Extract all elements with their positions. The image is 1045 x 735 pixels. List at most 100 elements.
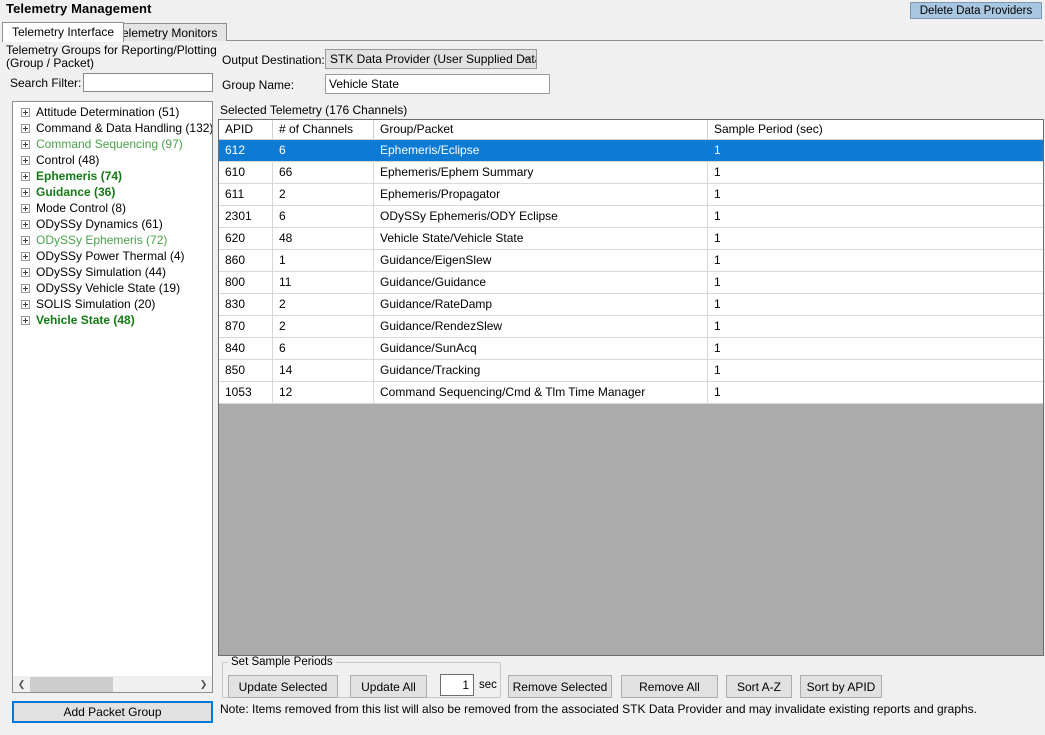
table-row[interactable]: 85014Guidance/Tracking1 (219, 360, 1043, 382)
cell-apid: 850 (219, 360, 273, 381)
tab-telemetry-monitors[interactable]: Telemetry Monitors (106, 23, 227, 41)
output-destination-value: STK Data Provider (User Supplied Data (330, 52, 537, 66)
expand-plus-icon[interactable] (21, 236, 30, 245)
table-row[interactable]: 8302Guidance/RateDamp1 (219, 294, 1043, 316)
tree-item-label: Mode Control (8) (36, 200, 126, 216)
sample-period-input[interactable] (440, 674, 474, 696)
add-packet-group-button[interactable]: Add Packet Group (12, 701, 213, 723)
cell-num-channels: 6 (273, 140, 374, 161)
cell-group-packet: Ephemeris/Propagator (374, 184, 708, 205)
column-header-apid[interactable]: APID (219, 120, 273, 139)
column-header-num-channels[interactable]: # of Channels (273, 120, 374, 139)
expand-plus-icon[interactable] (21, 252, 30, 261)
scrollbar-thumb[interactable] (30, 677, 113, 692)
column-header-sample-period[interactable]: Sample Period (sec) (708, 120, 1043, 139)
cell-num-channels: 14 (273, 360, 374, 381)
tree-item[interactable]: Command Sequencing (97) (13, 136, 212, 152)
tree-item[interactable]: ODySSy Dynamics (61) (13, 216, 212, 232)
tree-item-label: Ephemeris (74) (36, 168, 122, 184)
cell-sample-period: 1 (708, 250, 1043, 271)
tree-item[interactable]: Guidance (36) (13, 184, 212, 200)
cell-sample-period: 1 (708, 228, 1043, 249)
cell-group-packet: ODySSy Ephemeris/ODY Eclipse (374, 206, 708, 227)
table-row[interactable]: 8406Guidance/SunAcq1 (219, 338, 1043, 360)
table-row[interactable]: 8601Guidance/EigenSlew1 (219, 250, 1043, 272)
tree-item[interactable]: Vehicle State (48) (13, 312, 212, 328)
table-row[interactable]: 8702Guidance/RendezSlew1 (219, 316, 1043, 338)
tree-item[interactable]: ODySSy Power Thermal (4) (13, 248, 212, 264)
remove-selected-button[interactable]: Remove Selected (508, 675, 612, 698)
tree-item[interactable]: Command & Data Handling (132) (13, 120, 212, 136)
telemetry-groups-tree[interactable]: Attitude Determination (51)Command & Dat… (12, 101, 213, 684)
cell-group-packet: Command Sequencing/Cmd & Tlm Time Manage… (374, 382, 708, 403)
remove-all-button[interactable]: Remove All (621, 675, 718, 698)
group-name-label: Group Name: (222, 78, 294, 92)
table-row[interactable]: 62048Vehicle State/Vehicle State1 (219, 228, 1043, 250)
sort-by-apid-button[interactable]: Sort by APID (800, 675, 882, 698)
delete-data-providers-button[interactable]: Delete Data Providers (910, 2, 1042, 19)
scroll-left-arrow-icon[interactable]: ❮ (13, 677, 30, 692)
cell-group-packet: Ephemeris/Ephem Summary (374, 162, 708, 183)
table-row[interactable]: 23016ODySSy Ephemeris/ODY Eclipse1 (219, 206, 1043, 228)
tree-item-label: Command & Data Handling (132) (36, 120, 213, 136)
sort-a-z-button[interactable]: Sort A-Z (726, 675, 792, 698)
table-row[interactable]: 6112Ephemeris/Propagator1 (219, 184, 1043, 206)
expand-plus-icon[interactable] (21, 284, 30, 293)
cell-apid: 840 (219, 338, 273, 359)
set-sample-periods-legend: Set Sample Periods (228, 656, 336, 668)
cell-apid: 870 (219, 316, 273, 337)
column-header-group-packet[interactable]: Group/Packet (374, 120, 708, 139)
tree-item[interactable]: ODySSy Ephemeris (72) (13, 232, 212, 248)
expand-plus-icon[interactable] (21, 220, 30, 229)
cell-num-channels: 2 (273, 316, 374, 337)
cell-num-channels: 11 (273, 272, 374, 293)
search-filter-input[interactable] (83, 73, 213, 92)
tree-item[interactable]: Attitude Determination (51) (13, 104, 212, 120)
tree-item[interactable]: ODySSy Vehicle State (19) (13, 280, 212, 296)
expand-plus-icon[interactable] (21, 156, 30, 165)
cell-sample-period: 1 (708, 162, 1043, 183)
output-destination-select[interactable]: STK Data Provider (User Supplied Data (325, 49, 537, 69)
cell-num-channels: 12 (273, 382, 374, 403)
expand-plus-icon[interactable] (21, 316, 30, 325)
tree-item-label: SOLIS Simulation (20) (36, 296, 155, 312)
cell-group-packet: Guidance/Guidance (374, 272, 708, 293)
expand-plus-icon[interactable] (21, 140, 30, 149)
cell-sample-period: 1 (708, 316, 1043, 337)
expand-plus-icon[interactable] (21, 188, 30, 197)
group-name-input[interactable] (325, 74, 550, 94)
cell-num-channels: 66 (273, 162, 374, 183)
tree-item[interactable]: Control (48) (13, 152, 212, 168)
cell-apid: 1053 (219, 382, 273, 403)
expand-plus-icon[interactable] (21, 300, 30, 309)
selected-telemetry-grid[interactable]: APID # of Channels Group/Packet Sample P… (218, 119, 1044, 656)
table-row[interactable]: 61066Ephemeris/Ephem Summary1 (219, 162, 1043, 184)
tree-item[interactable]: Mode Control (8) (13, 200, 212, 216)
cell-num-channels: 48 (273, 228, 374, 249)
cell-group-packet: Vehicle State/Vehicle State (374, 228, 708, 249)
cell-sample-period: 1 (708, 206, 1043, 227)
cell-num-channels: 6 (273, 338, 374, 359)
grid-header-row: APID # of Channels Group/Packet Sample P… (219, 120, 1043, 140)
expand-plus-icon[interactable] (21, 124, 30, 133)
tree-item[interactable]: ODySSy Simulation (44) (13, 264, 212, 280)
table-row[interactable]: 80011Guidance/Guidance1 (219, 272, 1043, 294)
grid-body: 6126Ephemeris/Eclipse161066Ephemeris/Eph… (219, 140, 1043, 404)
update-selected-button[interactable]: Update Selected (228, 675, 338, 698)
update-all-button[interactable]: Update All (350, 675, 427, 698)
cell-group-packet: Guidance/Tracking (374, 360, 708, 381)
tree-item-label: ODySSy Power Thermal (4) (36, 248, 184, 264)
expand-plus-icon[interactable] (21, 204, 30, 213)
expand-plus-icon[interactable] (21, 268, 30, 277)
cell-num-channels: 1 (273, 250, 374, 271)
tree-item[interactable]: SOLIS Simulation (20) (13, 296, 212, 312)
tree-horizontal-scrollbar[interactable]: ❮ ❯ (12, 676, 213, 693)
expand-plus-icon[interactable] (21, 108, 30, 117)
scroll-right-arrow-icon[interactable]: ❯ (195, 677, 212, 692)
table-row[interactable]: 105312Command Sequencing/Cmd & Tlm Time … (219, 382, 1043, 404)
expand-plus-icon[interactable] (21, 172, 30, 181)
tab-telemetry-interface[interactable]: Telemetry Interface (2, 22, 124, 42)
tree-item[interactable]: Ephemeris (74) (13, 168, 212, 184)
table-row[interactable]: 6126Ephemeris/Eclipse1 (219, 140, 1043, 162)
scrollbar-track[interactable] (113, 677, 196, 692)
